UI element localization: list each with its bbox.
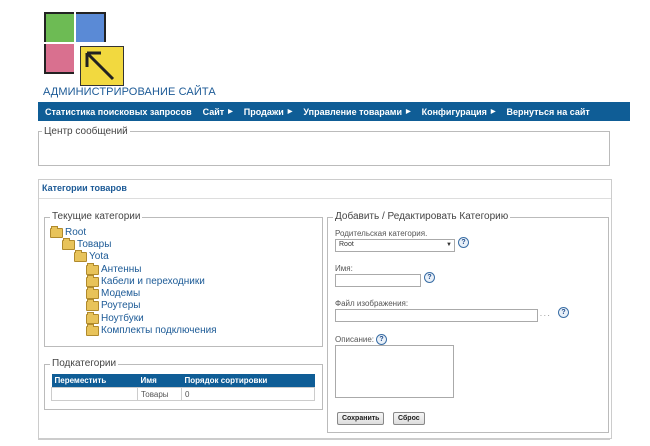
tree-item-label: Роутеры [101, 300, 141, 311]
logo-blue-square [76, 12, 106, 42]
help-icon[interactable]: ? [376, 334, 387, 345]
tree-item-modems[interactable]: Модемы [86, 286, 141, 299]
menu-item-label: Управление товарами [303, 106, 402, 117]
tree-item-label: Комплекты подключения [101, 325, 217, 336]
tree-item-label: Yota [89, 251, 109, 262]
folder-icon [86, 298, 99, 311]
subcategories-legend: Подкатегории [50, 358, 119, 369]
folder-icon [86, 274, 99, 287]
tree-item-laptops[interactable]: Ноутбуки [86, 311, 144, 324]
tree-item-label: Товары [77, 239, 112, 250]
edit-category-legend: Добавить / Редактировать Категорию [333, 211, 511, 222]
column-header-name[interactable]: Имя [137, 374, 182, 388]
tree-item-goods[interactable]: Товары [62, 237, 112, 250]
column-header-sort-order[interactable]: Порядок сортировки [181, 374, 315, 388]
tree-item-cables[interactable]: Кабели и переходники [86, 274, 205, 287]
tree-item-root[interactable]: Root [50, 225, 87, 238]
name-label: Имя: [335, 264, 353, 273]
help-icon[interactable]: ? [458, 237, 469, 248]
submenu-arrow-icon: ▶ [490, 109, 496, 115]
menu-item-sales[interactable]: Продажи ▶ [244, 107, 293, 117]
logo-arrow-icon [85, 51, 115, 81]
table-header-row: Переместить Имя Порядок сортировки [51, 374, 315, 388]
logo-green-square [44, 12, 74, 42]
submenu-arrow-icon: ▶ [228, 109, 233, 115]
logo-yellow-square [80, 46, 124, 86]
chevron-down-icon: ▼ [446, 242, 452, 248]
reset-button[interactable]: Сброс [393, 412, 425, 425]
menu-item-configuration[interactable]: Конфигурация ▶ [422, 107, 496, 117]
submenu-arrow-icon: ▶ [406, 109, 411, 115]
name-input[interactable] [335, 274, 421, 287]
folder-icon [86, 323, 99, 336]
image-file-label: Файл изображения: [335, 299, 409, 308]
submenu-arrow-icon: ▶ [287, 109, 293, 115]
tree-item-routers[interactable]: Роутеры [86, 298, 141, 311]
cell-name: Товары [137, 387, 182, 401]
menu-item-products[interactable]: Управление товарами ▶ [303, 107, 410, 117]
logo-pink-square [44, 44, 74, 74]
site-logo [44, 12, 126, 88]
folder-icon [86, 311, 99, 324]
menu-item-label: Конфигурация [421, 106, 487, 117]
table-row[interactable]: Товары 0 [51, 387, 315, 401]
tree-item-label: Кабели и переходники [101, 276, 205, 287]
message-center-legend: Центр сообщений [42, 126, 130, 137]
tree-item-kits[interactable]: Комплекты подключения [86, 323, 217, 336]
parent-category-value: Root [339, 241, 354, 248]
folder-icon [74, 249, 87, 262]
main-menu: Статистика поисковых запросов Сайт ▶ Прод… [38, 102, 630, 121]
menu-item-search-stats[interactable]: Статистика поисковых запросов [45, 107, 192, 117]
menu-item-label: Статистика поисковых запросов [45, 106, 192, 117]
help-icon[interactable]: ? [558, 307, 569, 318]
tree-item-label: Ноутбуки [101, 313, 144, 324]
tree-item-label: Модемы [101, 288, 141, 299]
tree-item-label: Антенны [101, 264, 142, 275]
tree-item-antennas[interactable]: Антенны [86, 262, 142, 275]
browse-button[interactable]: . . . [540, 311, 550, 318]
folder-icon [50, 225, 63, 238]
menu-item-back-to-site[interactable]: Вернуться на сайт [507, 107, 590, 117]
image-file-input[interactable] [335, 309, 538, 322]
folder-icon [86, 286, 99, 299]
tree-item-yota[interactable]: Yota [74, 249, 109, 262]
menu-item-site[interactable]: Сайт ▶ [203, 107, 233, 117]
cell-move[interactable] [51, 387, 138, 401]
menu-item-label: Сайт [202, 106, 225, 117]
tree-item-label: Root [65, 227, 87, 238]
site-title: АДМИНИСТРИРОВАНИЕ САЙТА [43, 86, 216, 98]
save-button[interactable]: Сохранить [337, 412, 385, 425]
cell-sort-order: 0 [181, 387, 315, 401]
folder-icon [62, 237, 75, 250]
footer-divider [38, 439, 610, 440]
menu-item-label: Вернуться на сайт [506, 106, 590, 117]
parent-category-select[interactable]: Root ▼ [335, 239, 455, 252]
menu-item-label: Продажи [243, 106, 284, 117]
parent-category-label: Родительская категория. [335, 229, 428, 238]
description-label: Описание: [335, 335, 375, 344]
current-categories-legend: Текущие категории [50, 211, 143, 222]
description-textarea[interactable] [335, 345, 454, 398]
panel-divider [39, 198, 611, 199]
subcategories-table: Переместить Имя Порядок сортировки Товар… [51, 374, 315, 401]
folder-icon [86, 262, 99, 275]
help-icon[interactable]: ? [424, 272, 435, 283]
column-header-move[interactable]: Переместить [51, 374, 138, 388]
panel-title: Категории товаров [42, 183, 127, 193]
